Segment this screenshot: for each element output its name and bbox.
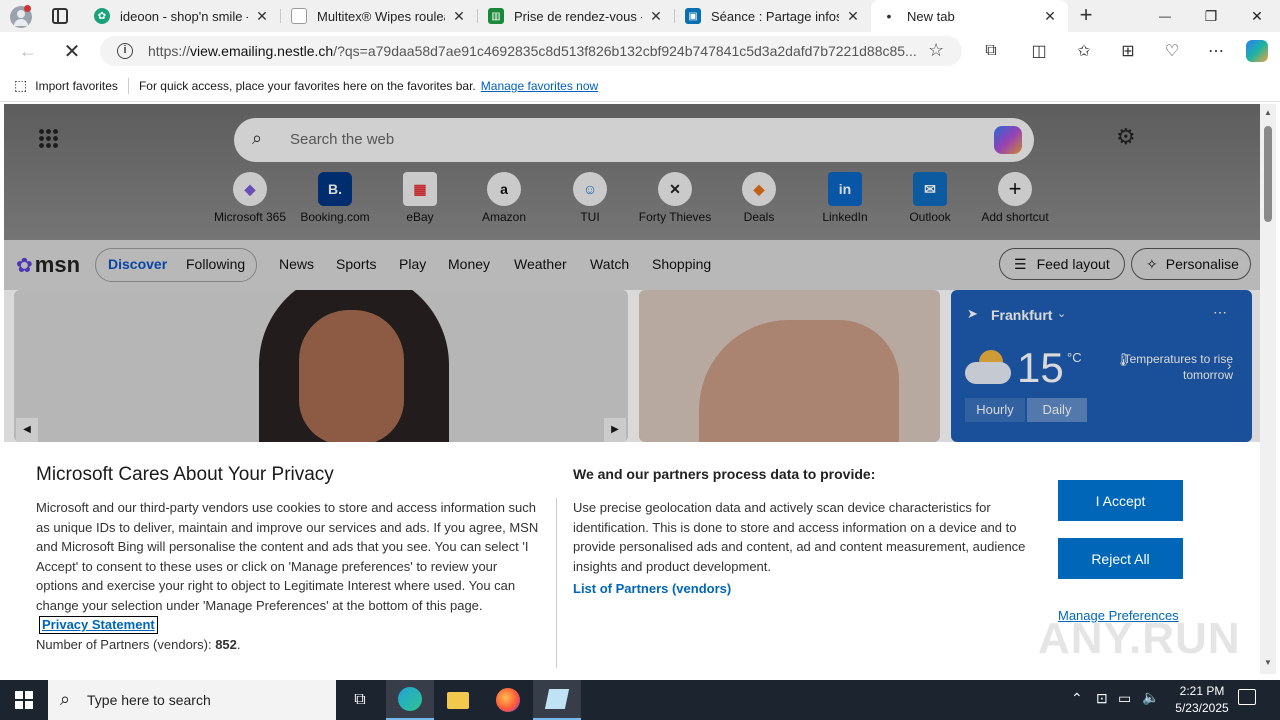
loading-dot-icon: • <box>886 8 892 24</box>
tab-close-icon[interactable]: ✕ <box>845 8 861 25</box>
tab-actions-icon[interactable] <box>52 8 68 24</box>
url-domain: view.emailing.nestle.ch <box>190 43 334 59</box>
task-view-icon[interactable]: ⧉ <box>336 680 384 720</box>
address-row: ← ✕ i https://view.emailing.nestle.ch/?q… <box>0 32 1280 70</box>
maximize-button[interactable]: ❐ <box>1188 0 1234 32</box>
partners-suffix: . <box>236 636 241 652</box>
accept-button[interactable]: I Accept <box>1058 480 1183 521</box>
tray-chevron-up-icon[interactable]: ⌃ <box>1071 690 1083 707</box>
settings-more-icon[interactable]: ⋯ <box>1200 36 1232 66</box>
screen: { "browser": { "tabs": [ {"title": "ideo… <box>0 0 1280 720</box>
title-bar: ✿ ideoon - shop'n smile - E ✕ Multitex® … <box>0 0 1280 32</box>
browser-tab[interactable]: ▣ Séance : Partage infos ac ✕ <box>675 0 871 32</box>
tab-close-icon[interactable]: ✕ <box>451 8 467 25</box>
network-icon[interactable]: ▭ <box>1118 690 1131 707</box>
browser-tab[interactable]: Multitex® Wipes rouleau ✕ <box>281 0 477 32</box>
scroll-thumb[interactable] <box>1264 126 1272 222</box>
split-screen-icon[interactable]: ◫ <box>1023 36 1055 66</box>
tab-title: Séance : Partage infos ac <box>711 8 839 24</box>
collections-icon[interactable]: ⊞ <box>1112 36 1144 66</box>
tab-favicon-icon: ✿ <box>94 8 110 24</box>
browser-tab[interactable]: ✿ ideoon - shop'n smile - E ✕ <box>84 0 280 32</box>
minimize-button[interactable]: — <box>1142 0 1188 32</box>
clock-time[interactable]: 2:21 PM <box>1170 684 1234 698</box>
search-icon: ⌕ <box>60 689 71 709</box>
favorites-bar: ⬚ Import favorites For quick access, pla… <box>0 70 1280 102</box>
import-favorites-button[interactable]: Import favorites <box>35 79 118 93</box>
windows-start-icon[interactable] <box>0 680 48 720</box>
file-explorer-icon[interactable] <box>434 680 482 720</box>
tab-favicon-icon: ▣ <box>685 8 701 24</box>
tab-close-icon[interactable]: ✕ <box>254 8 270 25</box>
site-info-icon[interactable]: i <box>117 43 133 59</box>
import-favorites-icon[interactable]: ⬚ <box>14 77 27 94</box>
divider <box>556 498 557 668</box>
firefox-icon[interactable] <box>484 680 532 720</box>
tab-favicon-icon: ▥ <box>488 8 504 24</box>
favorites-hint: For quick access, place your favorites h… <box>138 78 476 93</box>
browser-tab[interactable]: ▥ Prise de rendez-vous - C ✕ <box>478 0 674 32</box>
browser-tab-active[interactable]: • New tab ✕ <box>871 0 1068 32</box>
manage-favorites-link[interactable]: Manage favorites now <box>481 79 598 93</box>
favorite-star-icon[interactable]: ☆ <box>928 40 944 61</box>
tab-favicon-icon <box>291 8 307 24</box>
volume-icon[interactable]: 🔈 <box>1142 689 1159 706</box>
back-arrow-icon[interactable]: ← <box>12 36 44 66</box>
modal-scrim <box>4 104 1260 442</box>
scroll-down-icon[interactable]: ▼ <box>1264 658 1272 667</box>
favorites-icon[interactable]: ✩ <box>1068 36 1100 66</box>
url-prefix: https:// <box>148 43 191 59</box>
list-of-partners-link[interactable]: List of Partners (vendors) <box>573 581 731 596</box>
anyrun-watermark: ANY.RUN <box>1038 614 1241 663</box>
extensions-icon[interactable]: ⧉ <box>975 36 1007 66</box>
privacy-consent-banner: Microsoft Cares About Your Privacy Micro… <box>4 442 1260 678</box>
address-bar[interactable]: i https://view.emailing.nestle.ch/?qs=a7… <box>100 36 962 66</box>
new-tab-button[interactable]: + <box>1072 2 1100 30</box>
clock-date[interactable]: 5/23/2025 <box>1166 701 1238 715</box>
windows-taskbar: ⌕ Type here to search ⧉ ⌃ ⊡ ▭ 🔈 2:21 PM … <box>0 680 1280 720</box>
tray-device-icon[interactable]: ⊡ <box>1096 690 1108 707</box>
reject-all-button[interactable]: Reject All <box>1058 538 1183 579</box>
browser-essentials-icon[interactable]: ♡ <box>1156 36 1188 66</box>
partners-count: 852 <box>215 636 237 652</box>
scroll-up-icon[interactable]: ▲ <box>1264 108 1272 117</box>
tab-title: Prise de rendez-vous - C <box>514 8 642 24</box>
copilot-icon[interactable] <box>1246 40 1268 62</box>
tab-title: New tab <box>907 8 955 24</box>
taskbar-search-box[interactable]: ⌕ Type here to search <box>48 680 336 720</box>
privacy-statement-link[interactable]: Privacy Statement <box>38 615 159 635</box>
taskbar-search-placeholder: Type here to search <box>87 692 211 708</box>
url-text[interactable]: https://view.emailing.nestle.ch/?qs=a79d… <box>148 43 918 59</box>
tab-title: Multitex® Wipes rouleau <box>317 8 445 24</box>
purposes-title: We and our partners process data to prov… <box>573 466 876 482</box>
notepad-icon[interactable] <box>533 680 581 720</box>
profile-icon[interactable] <box>10 5 32 28</box>
stop-loading-icon[interactable]: ✕ <box>56 36 88 66</box>
notifications-icon[interactable] <box>1238 689 1256 705</box>
purposes-body: Use precise geolocation data and activel… <box>573 500 1026 574</box>
tab-close-icon[interactable]: ✕ <box>648 8 664 25</box>
url-rest: /?qs=a79daa58d7ae91c4692835c8d513f826b13… <box>333 43 917 59</box>
vertical-scrollbar[interactable]: ▲ ▼ <box>1260 104 1276 674</box>
consent-title: Microsoft Cares About Your Privacy <box>36 464 334 485</box>
edge-taskbar-icon[interactable] <box>386 680 434 720</box>
close-window-button[interactable]: ✕ <box>1234 0 1280 32</box>
tab-close-icon[interactable]: ✕ <box>1042 8 1058 25</box>
tab-title: ideoon - shop'n smile - E <box>120 8 248 24</box>
consent-body-text: Microsoft and our third-party vendors us… <box>36 500 539 613</box>
consent-body: Microsoft and our third-party vendors us… <box>36 498 542 654</box>
partners-label: Number of Partners (vendors): <box>36 636 212 652</box>
